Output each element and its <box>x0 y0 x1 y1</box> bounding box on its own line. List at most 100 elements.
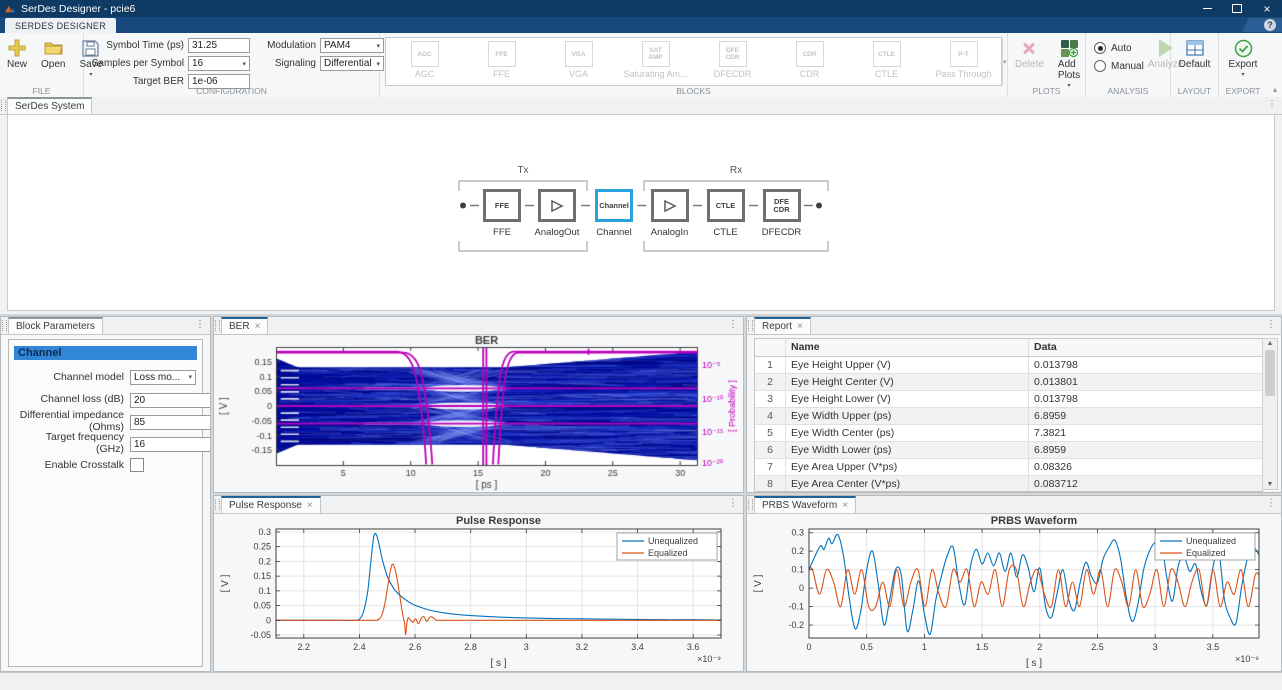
tab-pulse-response[interactable]: Pulse Response × <box>221 496 321 513</box>
export-button[interactable]: Export ▾ <box>1222 33 1265 78</box>
report-row[interactable]: 3 Eye Height Lower (V) 0.013798 <box>755 391 1262 408</box>
report-row-name: Eye Area Upper (V*ps) <box>786 459 1029 475</box>
export-dropdown-icon[interactable]: ▾ <box>1241 71 1244 78</box>
pulse-response-panel: Pulse Response × ⋮ 2.2 2.4 2.6 2.8 3 3.2 3.4 3.… <box>213 495 744 672</box>
param-target-frequency-ghz--input[interactable] <box>130 437 210 452</box>
panel-menu-icon[interactable]: ⋮ <box>1266 319 1276 330</box>
config-samples-per-symbol-select[interactable]: 16 ▾ <box>188 56 250 71</box>
open-folder-icon <box>44 37 63 59</box>
diagram-block-label: DFECDR <box>761 227 802 238</box>
analog-triangle-icon <box>551 199 564 212</box>
report-header-row: Name Data <box>755 339 1262 357</box>
report-row-data: 0.083712 <box>1034 478 1078 490</box>
parameter-row: Target frequency (GHz) <box>15 431 210 455</box>
tab-serdes-designer[interactable]: SERDES DESIGNER <box>5 18 117 33</box>
tab-close-icon[interactable]: × <box>797 321 803 332</box>
default-layout-button[interactable]: Default <box>1172 33 1218 70</box>
status-bar <box>0 672 1282 690</box>
serdes-diagram: Tx Rx FFE FFE AnalogOut Channel Channel AnalogI… <box>8 115 1274 310</box>
panel-grip[interactable] <box>748 499 753 510</box>
block-gallery-item-pass-through: P-T Pass Through <box>925 38 1002 85</box>
parameter-label: Target frequency (GHz) <box>45 431 124 455</box>
panel-menu-icon[interactable]: ⋮ <box>728 498 738 509</box>
panel-menu-icon[interactable]: ⋮ <box>195 319 205 330</box>
tab-ber[interactable]: BER × <box>221 317 269 334</box>
block-icon: P-T <box>949 41 978 67</box>
legend-entry: Unequalized <box>648 536 698 546</box>
panel-grip[interactable] <box>215 499 220 510</box>
tab-report[interactable]: Report × <box>754 317 811 334</box>
restore-button[interactable] <box>1222 0 1252 17</box>
panel-grip[interactable] <box>1 100 6 111</box>
config-symbol-time-ps--input[interactable] <box>188 38 250 53</box>
report-scrollbar[interactable]: ▲ ▼ <box>1262 338 1278 490</box>
report-row[interactable]: 5 Eye Width Center (ps) 7.3821 <box>755 425 1262 442</box>
close-button[interactable]: × <box>1252 0 1282 17</box>
param-enable-crosstalk-checkbox[interactable] <box>130 458 144 472</box>
report-row[interactable]: 2 Eye Height Center (V) 0.013801 <box>755 374 1262 391</box>
report-row[interactable]: 6 Eye Width Lower (ps) 6.8959 <box>755 442 1262 459</box>
config-row: Samples per Symbol 16 ▾ <box>88 56 250 71</box>
panel-menu-icon[interactable]: ⋮ <box>1266 498 1276 509</box>
prbs-waveform-panel: PRBS Waveform × ⋮ 0 0.5 1 1.5 2 2.5 3 3.5 -0.2 -0… <box>746 495 1282 672</box>
diagram-block-ffe[interactable]: FFE <box>483 189 521 222</box>
param-channel-model-value: Loss mo... <box>134 371 181 383</box>
help-button[interactable]: ? <box>1264 19 1276 31</box>
block-gallery-label: DFECDR <box>713 69 752 79</box>
block-gallery-label: Saturating Am... <box>623 69 688 79</box>
panel-grip[interactable] <box>748 320 753 331</box>
serdes-system-canvas: Tx Rx FFE FFE AnalogOut Channel Channel AnalogI… <box>7 114 1275 311</box>
panel-menu-icon[interactable]: ⋮ <box>728 319 738 330</box>
panel-grip[interactable] <box>2 320 7 331</box>
param-channel-loss-db--input[interactable] <box>130 393 210 408</box>
title-bar: SerDes Designer - pcie6 × <box>0 0 1282 17</box>
manual-radio[interactable]: Manual <box>1094 60 1144 72</box>
y-axis-label: [ V ] <box>753 574 764 592</box>
diagram-block-dfecdr[interactable]: DFE CDR <box>762 189 801 222</box>
report-row[interactable]: 7 Eye Area Upper (V*ps) 0.08326 <box>755 459 1262 476</box>
matlab-app-icon <box>4 5 16 12</box>
scroll-up-icon[interactable]: ▲ <box>1267 340 1274 347</box>
tab-prbs-waveform[interactable]: PRBS Waveform × <box>754 496 857 513</box>
diagram-block-analogout[interactable] <box>538 189 576 222</box>
panel-grip[interactable] <box>215 320 220 331</box>
tab-serdes-system[interactable]: SerDes System <box>7 97 93 114</box>
tab-block-parameters[interactable]: Block Parameters <box>8 317 103 334</box>
parameter-row: Enable Crosstalk <box>15 454 196 476</box>
tab-close-icon[interactable]: × <box>255 321 261 332</box>
svg-text:2.5: 2.5 <box>1091 642 1104 652</box>
report-row[interactable]: 8 Eye Area Center (V*ps) 0.083712 <box>755 476 1262 491</box>
tab-close-icon[interactable]: × <box>842 500 848 511</box>
scroll-down-icon[interactable]: ▼ <box>1267 481 1274 488</box>
svg-text:0: 0 <box>799 583 804 593</box>
auto-radio[interactable]: Auto <box>1094 42 1144 54</box>
manual-radio-icon <box>1094 60 1106 72</box>
block-icon: FFE <box>487 41 516 67</box>
tx-bottom-bracket <box>458 241 588 252</box>
open-button[interactable]: Open <box>34 33 72 70</box>
report-row[interactable]: 4 Eye Width Upper (ps) 6.8959 <box>755 408 1262 425</box>
report-row-index: 1 <box>755 357 786 373</box>
scrollbar-thumb[interactable] <box>1265 350 1275 396</box>
svg-text:3.4: 3.4 <box>631 642 644 652</box>
diagram-block-ctle[interactable]: CTLE <box>706 189 745 222</box>
legend-entry: Unequalized <box>1186 536 1236 546</box>
collapse-ribbon-icon[interactable]: ▴ <box>1273 85 1277 94</box>
y-axis-label: [ V ] <box>220 574 231 592</box>
param-differential-impedance-ohms--input[interactable] <box>130 415 210 430</box>
new-button[interactable]: New <box>0 33 34 70</box>
diagram-block-analogin[interactable] <box>650 189 689 222</box>
param-channel-model-select[interactable]: Loss mo... ▾ <box>130 369 196 385</box>
ribbon-section-layout: Default LAYOUT <box>1171 33 1219 97</box>
config-signaling-select[interactable]: Differential ▾ <box>320 56 384 71</box>
minimize-button[interactable] <box>1192 0 1222 17</box>
add-plots-button[interactable]: Add Plots ▾ <box>1051 33 1087 89</box>
diagram-block-channel[interactable]: Channel <box>595 189 633 222</box>
chart-title: Pulse Response <box>456 515 541 527</box>
report-row[interactable]: 1 Eye Height Upper (V) 0.013798 <box>755 357 1262 374</box>
panel-menu-icon[interactable]: ⋮ <box>1267 99 1277 110</box>
config-modulation-select[interactable]: PAM4 ▾ <box>320 38 384 53</box>
plots-section-label: PLOTS <box>1032 86 1061 96</box>
tab-close-icon[interactable]: × <box>307 500 313 511</box>
gallery-dropdown-icon[interactable]: ▾ <box>1002 38 1007 85</box>
